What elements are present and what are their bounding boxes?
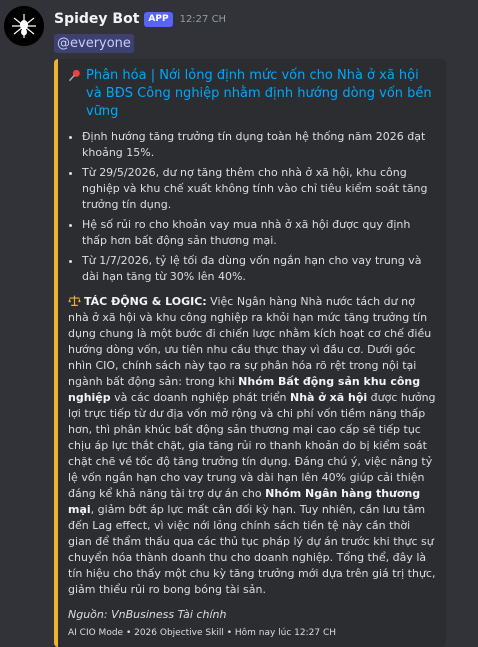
bot-message: Spidey Bot APP 12:27 CH @everyone Phân h… <box>0 0 478 647</box>
scales-icon <box>68 295 81 306</box>
impact-analysis: TÁC ĐỘNG & LOGIC: Việc Ngân hàng Nhà nướ… <box>68 294 437 598</box>
spider-avatar-icon <box>4 6 44 46</box>
list-item: Từ 1/7/2026, tỷ lệ tối đa dùng vốn ngắn … <box>82 253 437 285</box>
news-embed: Phân hóa | Nới lỏng định mức vốn cho Nhà… <box>54 59 446 647</box>
author-name[interactable]: Spidey Bot <box>54 11 139 27</box>
message-timestamp: 12:27 CH <box>179 13 227 25</box>
pushpin-icon <box>69 69 80 82</box>
everyone-mention[interactable]: @everyone <box>54 34 134 53</box>
bot-avatar[interactable] <box>4 6 44 46</box>
analysis-text: và các doanh nghiệp phát triển <box>110 391 290 404</box>
embed-title[interactable]: Phân hóa | Nới lỏng định mức vốn cho Nhà… <box>68 67 437 121</box>
mention-line: @everyone <box>54 32 472 53</box>
analysis-text: , giảm bớt áp lực mất cân đối kỳ hạn. Tu… <box>68 503 436 596</box>
embed-footer: AI CIO Mode • 2026 Objective Skill • Hôm… <box>68 628 337 638</box>
app-badge: APP <box>144 11 173 27</box>
analysis-heading: TÁC ĐỘNG & LOGIC: <box>84 295 207 308</box>
embed-title-text[interactable]: Phân hóa | Nới lỏng định mức vốn cho Nhà… <box>86 67 437 121</box>
key-points-list: Định hướng tăng trưởng tín dụng toàn hệ … <box>68 129 437 285</box>
analysis-text: được hưởng lợi trực tiếp từ dư địa vốn m… <box>68 391 436 500</box>
list-item: Định hướng tăng trưởng tín dụng toàn hệ … <box>82 129 437 161</box>
analysis-bold: Nhà ở xã hội <box>290 391 368 404</box>
message-header: Spidey Bot APP 12:27 CH <box>54 8 472 30</box>
list-item: Hệ số rủi ro cho khoản vay mua nhà ở xã … <box>82 217 437 249</box>
list-item: Từ 29/5/2026, dư nợ tăng thêm cho nhà ở … <box>82 165 437 213</box>
source-line: Nguồn: VnBusiness Tài chính <box>68 608 227 621</box>
